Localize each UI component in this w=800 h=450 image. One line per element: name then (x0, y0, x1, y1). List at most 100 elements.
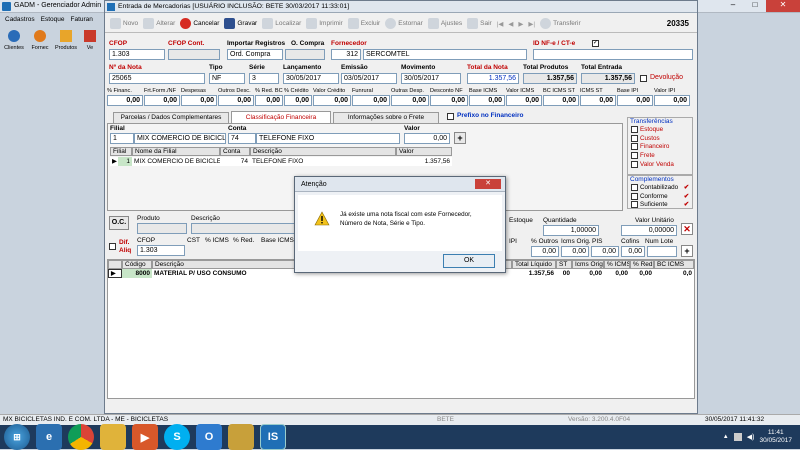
menu-cadastros[interactable]: Cadastros (5, 14, 35, 26)
cancelar-button[interactable]: Cancelar (178, 16, 221, 32)
clock[interactable]: 11:41 30/05/2017 (759, 429, 792, 445)
explorer-icon[interactable] (100, 424, 126, 450)
table-row[interactable]: ▶ 1 MIX COMERCIO DE BICICLET 74 TELEFONE… (110, 157, 452, 166)
imprimir-button[interactable]: Imprimir (304, 16, 344, 32)
tax-field-input[interactable]: 0,00 (144, 95, 180, 106)
localizar-button[interactable]: Localizar (260, 16, 303, 32)
next-record-button[interactable]: ▶ (516, 16, 525, 32)
volume-icon[interactable]: ◀) (747, 433, 755, 441)
complemento-option[interactable]: Contabilizado ✔ (628, 184, 692, 193)
skype-icon[interactable]: S (164, 424, 190, 450)
tax-field-input[interactable]: 0,00 (181, 95, 217, 106)
tax-field-input[interactable]: 0,00 (313, 95, 351, 106)
bg-close-button[interactable]: ✕ (766, 0, 800, 12)
menu-faturamento[interactable]: Faturan (70, 14, 92, 26)
tax-field-input[interactable]: 0,00 (506, 95, 542, 106)
checkbox[interactable] (631, 134, 638, 142)
total-nota-input[interactable]: 1.357,56 (467, 73, 519, 84)
num-lote-input[interactable] (647, 246, 677, 257)
tipo-select[interactable]: NF (209, 73, 245, 84)
cfop-cont-input[interactable] (168, 49, 220, 60)
checkbox[interactable] (631, 143, 638, 151)
tax-field-input[interactable]: 0,00 (543, 95, 579, 106)
bg-minimize-button[interactable]: – (722, 0, 744, 12)
cfop-input[interactable]: 1.303 (109, 49, 165, 60)
network-icon[interactable] (733, 433, 742, 441)
fornecedor-code[interactable]: 312 (331, 49, 361, 60)
tax-field-input[interactable]: 0,00 (352, 95, 390, 106)
checkbox[interactable] (631, 192, 638, 200)
ordem-compra-select[interactable]: Ord. Compra (227, 49, 283, 60)
filial-code[interactable]: 1 (110, 133, 134, 144)
tax-field-input[interactable]: 0,00 (617, 95, 653, 106)
ordem-compra-number[interactable] (285, 49, 325, 60)
transferir-button[interactable]: Transferir (538, 16, 583, 32)
fornecedor-name[interactable]: SERCOMTEL (363, 49, 527, 60)
gravar-button[interactable]: Gravar (222, 16, 259, 32)
transferencia-option[interactable]: Custos (628, 134, 692, 144)
conta-code[interactable]: 74 (228, 133, 256, 144)
clientes-button[interactable]: Clientes (3, 28, 25, 58)
chrome-icon[interactable] (68, 424, 94, 450)
lancamento-input[interactable]: 30/05/2017 (283, 73, 339, 84)
tax-field-input[interactable]: 0,00 (218, 95, 254, 106)
first-record-button[interactable]: |◀ (495, 16, 506, 32)
complemento-option[interactable]: Conforme ✔ (628, 192, 692, 202)
dif-aliq-checkbox[interactable] (109, 243, 116, 250)
transferencia-option[interactable]: Estoque (628, 126, 692, 135)
excluir-button[interactable]: Excluir (346, 16, 383, 32)
sair-button[interactable]: Sair (465, 16, 494, 32)
devolucao-checkbox[interactable] (640, 75, 647, 82)
tab-frete[interactable]: Informações sobre o Frete (333, 112, 439, 123)
tab-parcelas[interactable]: Parcelas / Dados Complementares (113, 112, 229, 123)
serie-input[interactable]: 3 (249, 73, 279, 84)
transferencia-option[interactable]: Financeiro (628, 143, 692, 152)
conta-name[interactable]: TELEFONE FIXO (256, 133, 400, 144)
ajustes-button[interactable]: Ajustes (426, 16, 464, 32)
quantidade-input[interactable]: 1,00000 (543, 225, 599, 236)
tax-field-input[interactable]: 0,00 (255, 95, 283, 106)
media-player-icon[interactable]: ▶ (132, 424, 158, 450)
checkbox[interactable] (631, 184, 638, 191)
icms-orig-input[interactable]: 0,00 (561, 246, 589, 257)
add-classificacao-button[interactable]: + (454, 132, 466, 144)
dialog-ok-button[interactable]: OK (443, 254, 495, 268)
last-record-button[interactable]: ▶| (526, 16, 537, 32)
cofins-input[interactable]: 0,00 (621, 246, 645, 257)
produtos-button[interactable]: Produtos (55, 28, 77, 58)
checkbox[interactable] (631, 160, 638, 168)
filial-name[interactable]: MIX COMERCIO DE BICICLET (134, 133, 226, 144)
is-app-icon[interactable]: IS (260, 424, 286, 450)
transferencia-option[interactable]: Valor Venda (628, 160, 692, 170)
checkbox[interactable] (631, 201, 638, 209)
prev-record-button[interactable]: ◀ (506, 16, 515, 32)
id-nfe-input[interactable] (533, 49, 693, 60)
transferencia-option[interactable]: Frete (628, 152, 692, 161)
movimento-input[interactable]: 30/05/2017 (401, 73, 461, 84)
tax-field-input[interactable]: 0,00 (107, 95, 143, 106)
tax-field-input[interactable]: 0,00 (654, 95, 690, 106)
bg-maximize-button[interactable]: □ (744, 0, 766, 12)
id-nfe-checkbox[interactable]: ✓ (592, 40, 599, 47)
fornecedores-button[interactable]: Fornec (29, 28, 51, 58)
outros-input[interactable]: 0,00 (531, 246, 559, 257)
emissao-input[interactable]: 03/05/2017 (341, 73, 397, 84)
outlook-icon[interactable]: O (196, 424, 222, 450)
alterar-button[interactable]: Alterar (141, 16, 177, 32)
vendas-button[interactable]: Ve (81, 28, 99, 58)
menu-estoque[interactable]: Estoque (41, 14, 65, 26)
app-folder-icon[interactable] (228, 424, 254, 450)
tax-field-input[interactable]: 0,00 (284, 95, 312, 106)
valor-input[interactable]: 0,00 (404, 133, 450, 144)
tax-field-input[interactable]: 0,00 (430, 95, 468, 106)
dialog-close-button[interactable]: ✕ (475, 179, 501, 189)
estornar-button[interactable]: Estornar (383, 16, 425, 32)
checkbox[interactable] (631, 152, 638, 160)
tax-field-input[interactable]: 0,00 (391, 95, 429, 106)
remove-item-button[interactable]: ✕ (681, 223, 693, 235)
tax-field-input[interactable]: 0,00 (580, 95, 616, 106)
tab-classificacao[interactable]: Classificação Financeira (231, 111, 331, 123)
add-item-button[interactable]: + (681, 245, 693, 257)
checkbox[interactable] (631, 126, 638, 133)
prefixo-checkbox[interactable] (447, 113, 454, 120)
